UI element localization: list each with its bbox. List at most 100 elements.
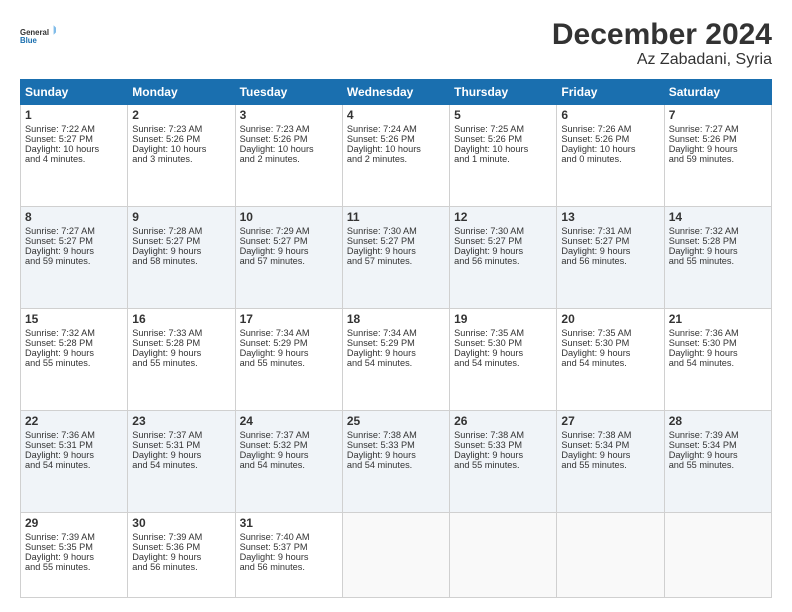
day-info-line: Sunrise: 7:31 AM <box>561 226 659 236</box>
day-info-line: Sunrise: 7:29 AM <box>240 226 338 236</box>
calendar-cell: 4Sunrise: 7:24 AMSunset: 5:26 PMDaylight… <box>342 105 449 207</box>
day-info-line: Daylight: 9 hours <box>561 450 659 460</box>
weekday-header-friday: Friday <box>557 80 664 105</box>
weekday-header-thursday: Thursday <box>450 80 557 105</box>
day-number: 4 <box>347 108 445 122</box>
day-number: 25 <box>347 414 445 428</box>
day-info-line: Daylight: 9 hours <box>132 450 230 460</box>
day-info-line: Daylight: 9 hours <box>240 246 338 256</box>
calendar-cell: 24Sunrise: 7:37 AMSunset: 5:32 PMDayligh… <box>235 411 342 513</box>
day-info-line: Daylight: 9 hours <box>25 246 123 256</box>
day-info-line: Sunset: 5:30 PM <box>669 338 767 348</box>
day-number: 7 <box>669 108 767 122</box>
weekday-header-saturday: Saturday <box>664 80 771 105</box>
calendar-cell: 26Sunrise: 7:38 AMSunset: 5:33 PMDayligh… <box>450 411 557 513</box>
weekday-header-tuesday: Tuesday <box>235 80 342 105</box>
day-info-line: Daylight: 9 hours <box>240 552 338 562</box>
day-info-line: Sunrise: 7:37 AM <box>132 430 230 440</box>
day-info-line: Daylight: 10 hours <box>25 144 123 154</box>
day-info-line: Sunrise: 7:26 AM <box>561 124 659 134</box>
day-info-line: Sunrise: 7:39 AM <box>669 430 767 440</box>
location-title: Az Zabadani, Syria <box>552 51 772 69</box>
weekday-header-wednesday: Wednesday <box>342 80 449 105</box>
calendar-cell: 17Sunrise: 7:34 AMSunset: 5:29 PMDayligh… <box>235 309 342 411</box>
calendar-cell: 23 Sunrise: 7:37 AMSunset: 5:31 PMDayligh… <box>128 411 235 513</box>
day-info-line: and 54 minutes. <box>347 358 445 368</box>
day-info-line: and 56 minutes. <box>454 256 552 266</box>
weekday-header-monday: Monday <box>128 80 235 105</box>
logo: General Blue <box>20 18 56 54</box>
day-info-line: and 2 minutes. <box>240 154 338 164</box>
day-info-line: and 55 minutes. <box>669 256 767 266</box>
calendar-cell: 30Sunrise: 7:39 AMSunset: 5:36 PMDayligh… <box>128 513 235 598</box>
day-info-line: Sunrise: 7:37 AM <box>240 430 338 440</box>
calendar-cell: 11Sunrise: 7:30 AMSunset: 5:27 PMDayligh… <box>342 207 449 309</box>
day-number: 10 <box>240 210 338 224</box>
calendar-cell: 10Sunrise: 7:29 AMSunset: 5:27 PMDayligh… <box>235 207 342 309</box>
day-number: 24 <box>240 414 338 428</box>
day-number: 22 <box>25 414 123 428</box>
calendar-cell: 28Sunrise: 7:39 AMSunset: 5:34 PMDayligh… <box>664 411 771 513</box>
day-info-line: Sunset: 5:26 PM <box>669 134 767 144</box>
day-info-line: Sunrise: 7:33 AM <box>132 328 230 338</box>
day-info-line: Daylight: 9 hours <box>669 450 767 460</box>
day-info-line: Daylight: 10 hours <box>132 144 230 154</box>
day-info-line: Sunrise: 7:38 AM <box>454 430 552 440</box>
day-info-line: Daylight: 9 hours <box>669 348 767 358</box>
day-info-line: Sunrise: 7:35 AM <box>454 328 552 338</box>
day-info-line: Sunrise: 7:32 AM <box>669 226 767 236</box>
day-number: 2 <box>132 108 230 122</box>
day-info-line: Daylight: 9 hours <box>347 450 445 460</box>
day-info-line: and 0 minutes. <box>561 154 659 164</box>
header: General Blue December 2024 Az Zabadani, … <box>20 18 772 69</box>
day-info-line: and 55 minutes. <box>25 562 123 572</box>
calendar-cell: 16Sunrise: 7:33 AMSunset: 5:28 PMDayligh… <box>128 309 235 411</box>
day-info-line: Sunrise: 7:28 AM <box>132 226 230 236</box>
day-info-line: and 57 minutes. <box>240 256 338 266</box>
day-number: 29 <box>25 516 123 530</box>
day-info-line: Sunrise: 7:39 AM <box>132 532 230 542</box>
day-info-line: Sunrise: 7:38 AM <box>561 430 659 440</box>
day-info-line: and 55 minutes. <box>25 358 123 368</box>
day-info-line: Daylight: 9 hours <box>132 348 230 358</box>
day-info-line: Sunrise: 7:34 AM <box>240 328 338 338</box>
day-number: 8 <box>25 210 123 224</box>
day-info-line: Sunrise: 7:27 AM <box>25 226 123 236</box>
day-number: 23 <box>132 414 230 428</box>
calendar-cell: 22Sunrise: 7:36 AMSunset: 5:31 PMDayligh… <box>21 411 128 513</box>
day-info-line: and 55 minutes. <box>240 358 338 368</box>
calendar-cell: 25Sunrise: 7:38 AMSunset: 5:33 PMDayligh… <box>342 411 449 513</box>
calendar-cell: 27Sunrise: 7:38 AMSunset: 5:34 PMDayligh… <box>557 411 664 513</box>
day-info-line: Sunset: 5:28 PM <box>25 338 123 348</box>
day-info-line: and 3 minutes. <box>132 154 230 164</box>
day-number: 5 <box>454 108 552 122</box>
day-number: 3 <box>240 108 338 122</box>
day-number: 6 <box>561 108 659 122</box>
day-info-line: Sunrise: 7:24 AM <box>347 124 445 134</box>
day-info-line: Sunset: 5:33 PM <box>347 440 445 450</box>
day-info-line: Sunset: 5:30 PM <box>454 338 552 348</box>
calendar-cell: 7 Sunrise: 7:27 AMSunset: 5:26 PMDaylight… <box>664 105 771 207</box>
calendar-cell: 14Sunrise: 7:32 AMSunset: 5:28 PMDayligh… <box>664 207 771 309</box>
day-info-line: Sunset: 5:34 PM <box>561 440 659 450</box>
day-number: 1 <box>25 108 123 122</box>
day-info-line: Sunset: 5:31 PM <box>25 440 123 450</box>
calendar-cell: 1Sunrise: 7:22 AMSunset: 5:27 PMDaylight… <box>21 105 128 207</box>
day-info-line: Sunset: 5:31 PM <box>132 440 230 450</box>
calendar-cell: 5Sunrise: 7:25 AMSunset: 5:26 PMDaylight… <box>450 105 557 207</box>
logo-svg: General Blue <box>20 18 56 54</box>
day-info-line: Sunrise: 7:35 AM <box>561 328 659 338</box>
day-info-line: Daylight: 9 hours <box>669 144 767 154</box>
day-info-line: Daylight: 9 hours <box>132 552 230 562</box>
day-info-line: Sunrise: 7:27 AM <box>669 124 767 134</box>
day-number: 20 <box>561 312 659 326</box>
day-info-line: and 54 minutes. <box>669 358 767 368</box>
day-info-line: Sunrise: 7:36 AM <box>25 430 123 440</box>
day-number: 11 <box>347 210 445 224</box>
day-info-line: Daylight: 9 hours <box>454 450 552 460</box>
day-number: 12 <box>454 210 552 224</box>
calendar-cell: 15Sunrise: 7:32 AMSunset: 5:28 PMDayligh… <box>21 309 128 411</box>
day-number: 14 <box>669 210 767 224</box>
day-info-line: Daylight: 9 hours <box>25 348 123 358</box>
day-info-line: and 54 minutes. <box>240 460 338 470</box>
